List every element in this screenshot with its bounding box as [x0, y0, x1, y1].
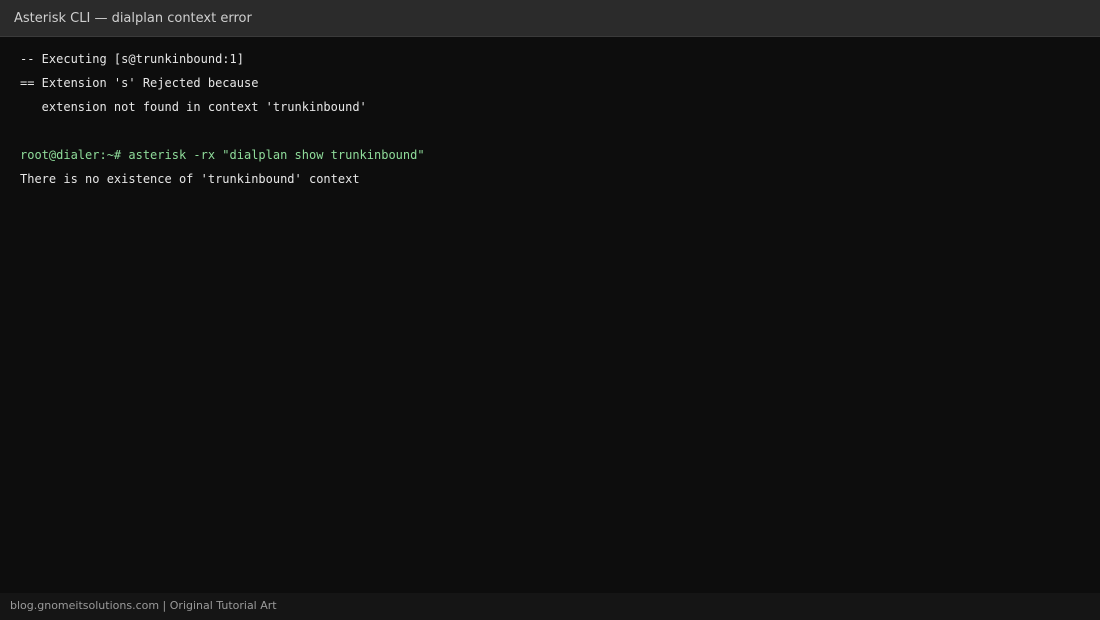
title-bar[interactable]: Asterisk CLI — dialplan context error [0, 0, 1100, 37]
window-title: Asterisk CLI — dialplan context error [14, 11, 252, 26]
footer-credit: blog.gnomeitsolutions.com | Original Tut… [10, 599, 277, 612]
terminal-line-command-prompt: root@dialer:~# asterisk -rx "dialplan sh… [20, 148, 425, 162]
terminal-window: Asterisk CLI — dialplan context error --… [0, 0, 1100, 620]
terminal-line-result: There is no existence of 'trunkinbound' … [20, 172, 360, 186]
terminal-line-rejected: == Extension 's' Rejected because [20, 76, 259, 90]
terminal-line-executing: -- Executing [s@trunkinbound:1] [20, 52, 244, 66]
terminal-line-not-found: extension not found in context 'trunkinb… [20, 100, 367, 114]
footer-bar: blog.gnomeitsolutions.com | Original Tut… [0, 593, 1100, 620]
terminal-output[interactable]: -- Executing [s@trunkinbound:1] == Exten… [20, 47, 1080, 191]
